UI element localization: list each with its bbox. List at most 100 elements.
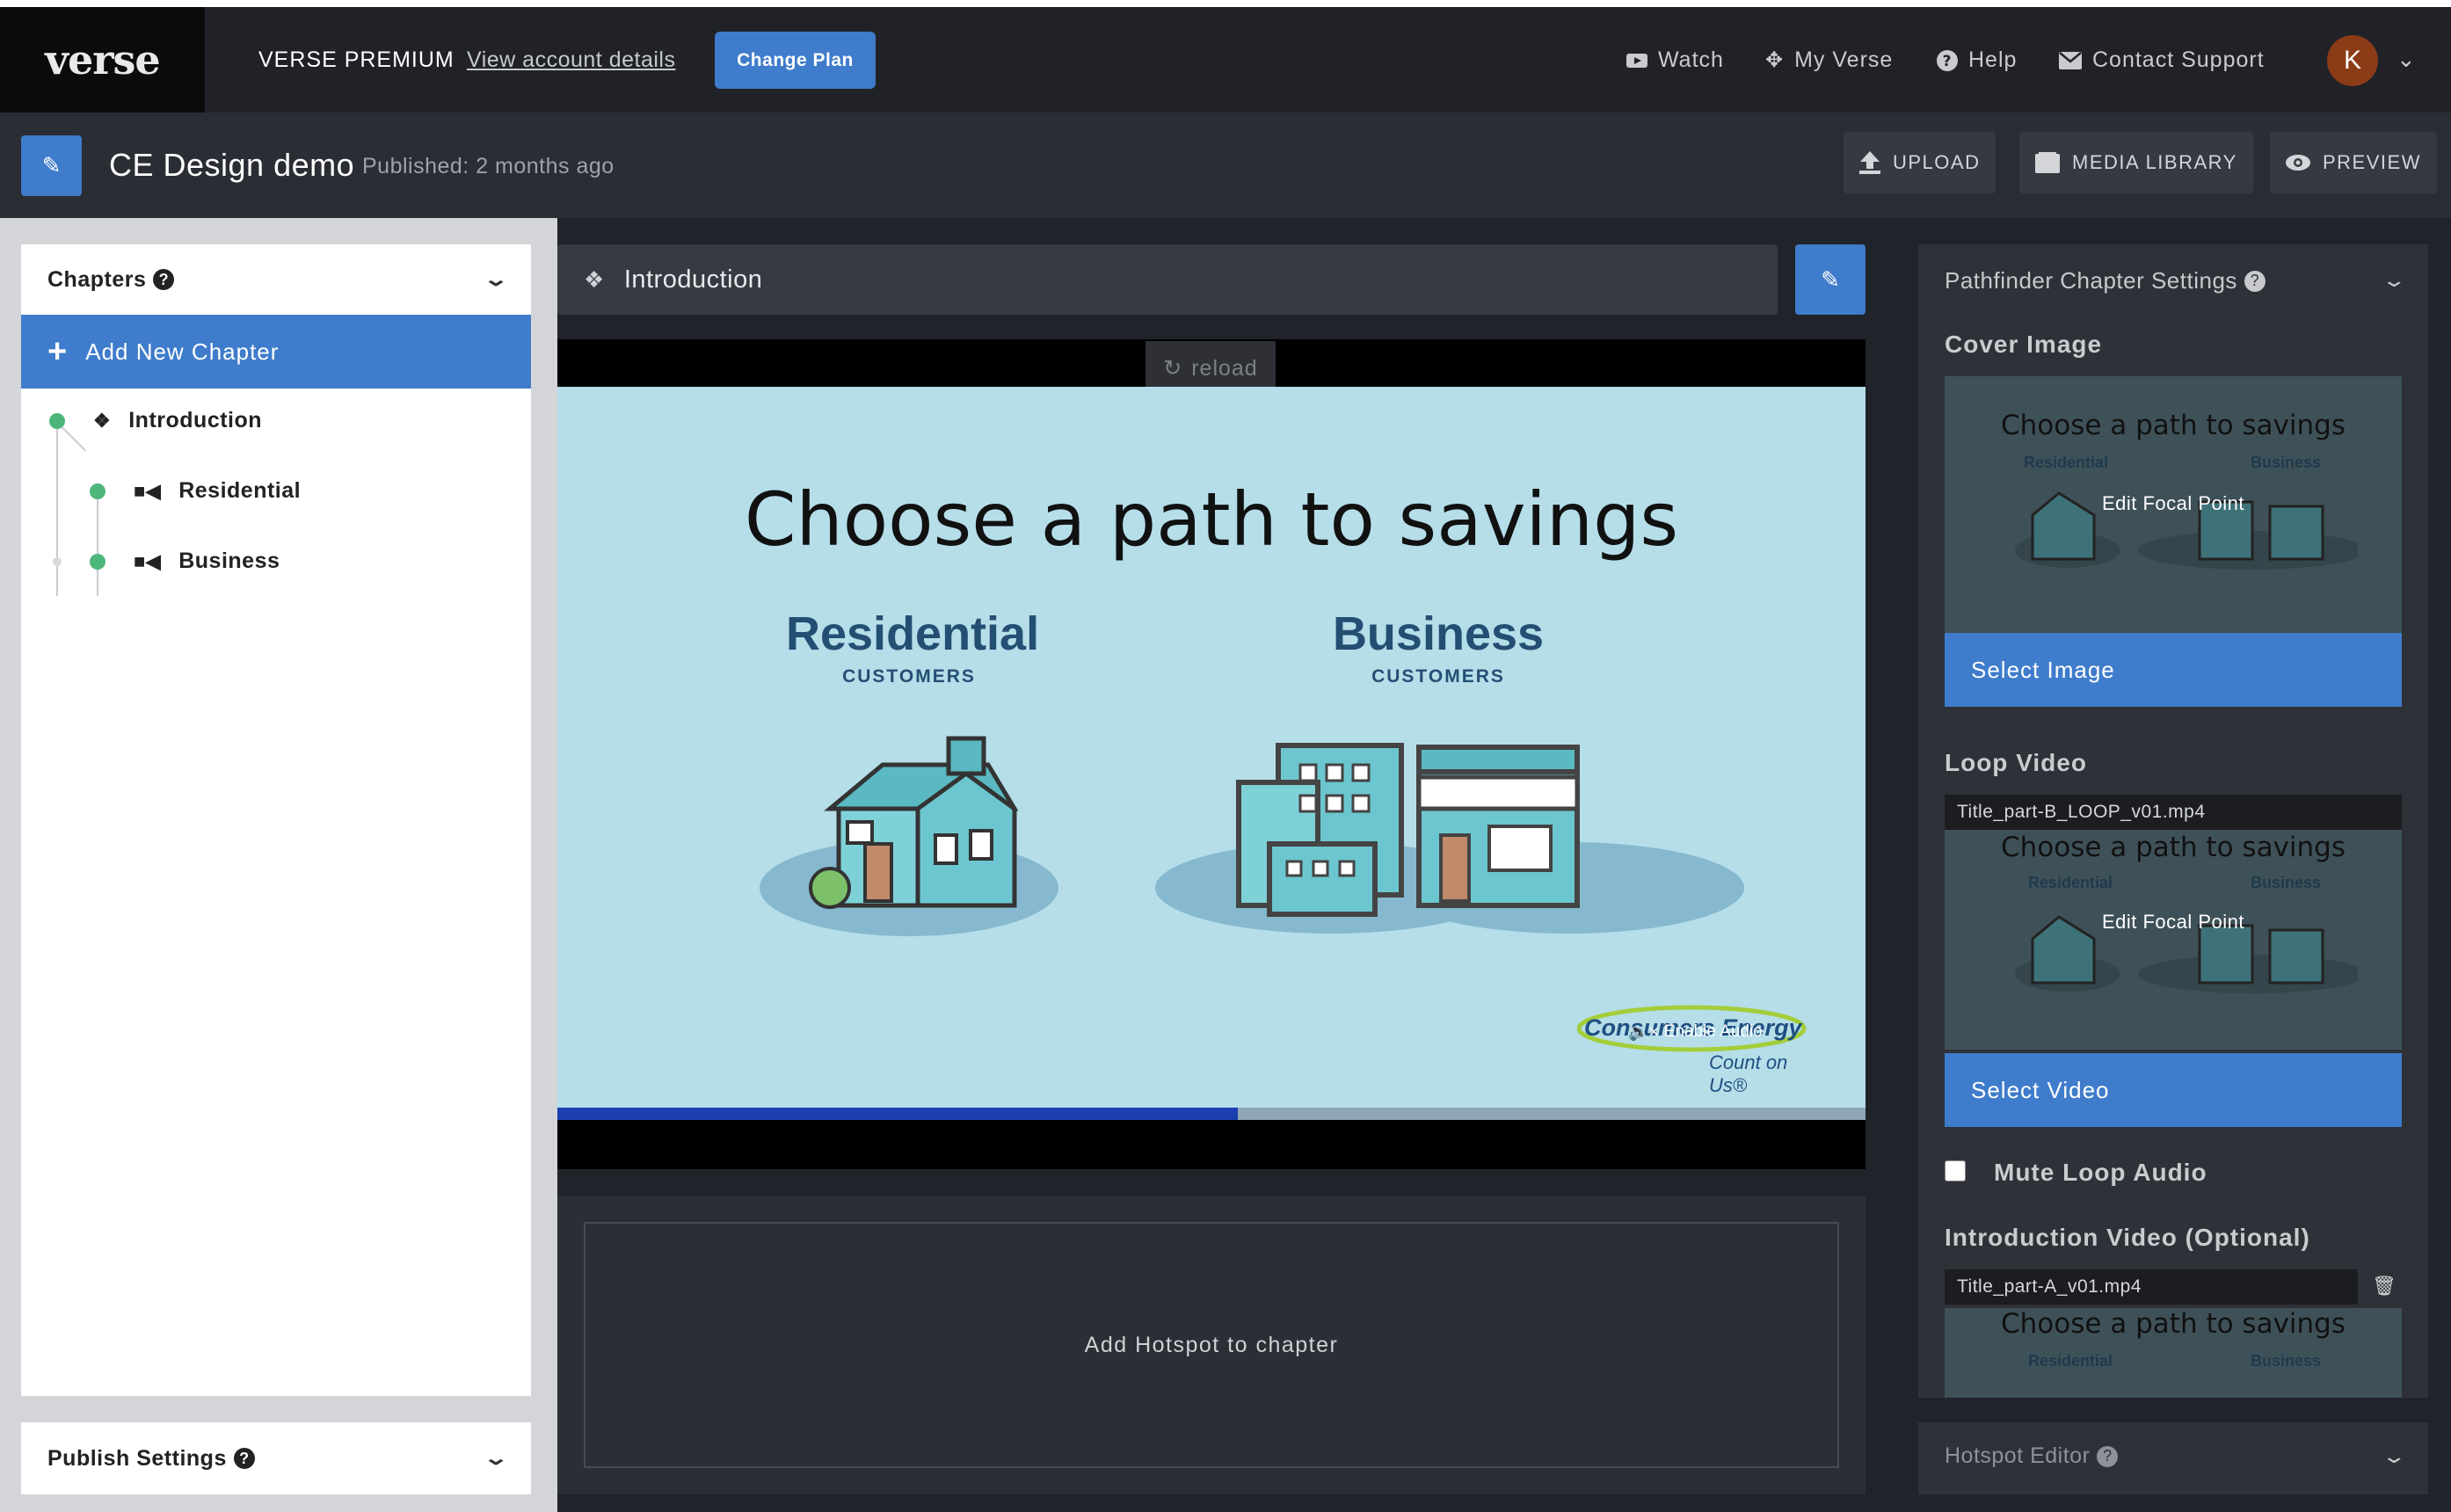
edit-project-button[interactable]: ✎ xyxy=(21,135,82,196)
thumb-residential: Residential xyxy=(2028,1352,2113,1370)
folder-icon xyxy=(2035,152,2060,173)
enable-audio-button[interactable]: 🔈× Enable Audio xyxy=(1628,1021,1763,1043)
reload-label: reload xyxy=(1191,355,1258,381)
chapter-settings-title: Pathfinder Chapter Settings xyxy=(1945,267,2237,294)
mute-loop-label: Mute Loop Audio xyxy=(1994,1159,2207,1186)
pencil-icon: ✎ xyxy=(1821,265,1840,293)
help-icon[interactable]: ? xyxy=(233,1448,255,1469)
chapters-title: Chapters xyxy=(47,266,147,292)
media-library-button[interactable]: MEDIA LIBRARY xyxy=(2019,132,2253,193)
edit-focal-point[interactable]: Edit Focal Point xyxy=(1945,492,2402,515)
video-camera-icon: ■◀ xyxy=(134,479,162,502)
help-icon[interactable]: ? xyxy=(2244,270,2266,292)
top-navigation-bar: verse VERSE PREMIUM View account details… xyxy=(0,0,2451,113)
intro-video-thumbnail[interactable]: Choose a path to savings Residential Bus… xyxy=(1945,1308,2402,1398)
video-progress-bar[interactable] xyxy=(557,1108,1866,1120)
eye-icon xyxy=(2286,155,2310,171)
nav-watch[interactable]: Watch xyxy=(1626,47,1724,73)
video-player[interactable]: ↻ reload Choose a path to savings Reside… xyxy=(557,339,1866,1169)
residential-subheading: CUSTOMERS xyxy=(842,666,976,687)
chapter-item-introduction[interactable]: ❖ Introduction xyxy=(93,408,262,433)
envelope-icon xyxy=(2059,51,2082,69)
business-heading: Business xyxy=(1332,607,1545,660)
nav-my-verse-label: My Verse xyxy=(1794,47,1894,72)
preview-label: PREVIEW xyxy=(2323,151,2421,173)
chapter-settings-panel: Pathfinder Chapter Settings ? ⌄ Cover Im… xyxy=(1918,244,2428,1398)
slide-headline: Choose a path to savings xyxy=(744,476,1679,563)
project-title: CE Design demo xyxy=(109,147,355,183)
video-slide: Choose a path to savings Residential CUS… xyxy=(557,387,1866,1108)
chevron-down-icon[interactable]: ⌄ xyxy=(2396,46,2416,73)
svg-text:?: ? xyxy=(1943,53,1953,70)
chapters-panel: Chapters ? ⌄ + Add New Chapter ❖ Introdu… xyxy=(21,244,531,1396)
nav-contact-support[interactable]: Contact Support xyxy=(2059,47,2265,73)
view-account-link[interactable]: View account details xyxy=(467,47,675,73)
status-dot xyxy=(90,554,105,570)
trash-icon[interactable]: 🗑 xyxy=(2372,1275,2396,1298)
add-hotspot-dropzone[interactable]: Add Hotspot to chapter xyxy=(584,1222,1839,1468)
thumb-business: Business xyxy=(2251,874,2322,891)
upload-button[interactable]: UPLOAD xyxy=(1844,132,1996,193)
thumb-headline: Choose a path to savings xyxy=(2000,410,2346,441)
help-icon[interactable]: ? xyxy=(153,269,175,290)
user-avatar[interactable]: K xyxy=(2327,35,2378,86)
chevron-down-icon[interactable]: ⌄ xyxy=(483,1447,509,1470)
nav-help[interactable]: ? Help xyxy=(1937,47,2017,73)
left-sidebar: Chapters ? ⌄ + Add New Chapter ❖ Introdu… xyxy=(0,218,557,1512)
help-icon[interactable]: ? xyxy=(2097,1445,2119,1467)
thumb-headline: Choose a path to savings xyxy=(2000,832,2346,863)
chapter-item-residential[interactable]: ■◀ Residential xyxy=(134,478,301,504)
residential-heading: Residential xyxy=(786,607,1040,660)
business-subheading: CUSTOMERS xyxy=(1371,666,1505,687)
refresh-icon: ↻ xyxy=(1163,356,1183,381)
select-video-button[interactable]: Select Video xyxy=(1945,1053,2402,1127)
compass-icon: ❖ xyxy=(93,409,112,432)
compass-icon: ❖ xyxy=(584,265,605,293)
chapter-label: Business xyxy=(178,549,280,573)
published-status: Published: 2 months ago xyxy=(362,154,615,178)
mute-loop-checkbox[interactable] xyxy=(1945,1160,1966,1181)
chevron-down-icon[interactable]: ⌄ xyxy=(2381,1445,2407,1468)
chapters-header[interactable]: Chapters ? ⌄ xyxy=(21,244,531,315)
cover-image-label: Cover Image xyxy=(1945,331,2103,358)
chevron-down-icon[interactable]: ⌄ xyxy=(483,268,509,291)
select-image-button[interactable]: Select Image xyxy=(1945,633,2402,707)
preview-button[interactable]: PREVIEW xyxy=(2270,132,2437,193)
plan-name: VERSE PREMIUM xyxy=(258,47,455,72)
add-hotspot-label: Add Hotspot to chapter xyxy=(1084,1332,1339,1357)
hotspot-area: Add Hotspot to chapter xyxy=(557,1196,1866,1494)
intro-video-label: Introduction Video (Optional) xyxy=(1945,1224,2310,1251)
chapter-item-business[interactable]: ■◀ Business xyxy=(134,549,280,574)
status-dot xyxy=(49,413,65,429)
hotspot-editor-panel[interactable]: Hotspot Editor ? ⌄ xyxy=(1918,1422,2428,1494)
thumb-business: Business xyxy=(2251,1352,2322,1370)
publish-settings-header[interactable]: Publish Settings ? ⌄ xyxy=(21,1422,531,1494)
verse-logo[interactable]: verse xyxy=(0,7,205,113)
chapter-settings-header[interactable]: Pathfinder Chapter Settings ? xyxy=(1945,267,2266,294)
nav-help-label: Help xyxy=(1968,47,2018,72)
current-chapter-bar: ❖ Introduction xyxy=(557,244,1778,315)
change-plan-button[interactable]: Change Plan xyxy=(715,32,876,89)
edit-focal-point[interactable]: Edit Focal Point xyxy=(1945,911,2402,934)
video-camera-icon: ■◀ xyxy=(134,549,162,572)
nav-watch-label: Watch xyxy=(1658,47,1724,72)
edit-chapter-button[interactable]: ✎ xyxy=(1795,244,1866,315)
chapter-tree: ❖ Introduction ■◀ Residential ■◀ Busines… xyxy=(21,389,531,617)
add-chapter-button[interactable]: + Add New Chapter xyxy=(21,315,531,389)
hotspot-editor-header: Hotspot Editor ? xyxy=(1945,1443,2119,1469)
chevron-down-icon[interactable]: ⌄ xyxy=(2381,269,2407,292)
pencil-icon: ✎ xyxy=(41,152,62,178)
video-progress-fill xyxy=(557,1108,1238,1120)
business-buildings-illustration xyxy=(1155,743,1744,934)
nav-contact-label: Contact Support xyxy=(2092,47,2265,72)
thumb-business: Business xyxy=(2251,454,2322,471)
cover-image-thumbnail[interactable]: Choose a path to savings Residential Bus… xyxy=(1945,376,2402,633)
nav-my-verse[interactable]: ✥ My Verse xyxy=(1765,47,1893,73)
verse-mark-icon: ✥ xyxy=(1765,48,1785,72)
loop-video-thumbnail[interactable]: Choose a path to savings Residential Bus… xyxy=(1945,830,2402,1050)
video-icon xyxy=(1626,53,1647,68)
thumb-headline: Choose a path to savings xyxy=(2000,1308,2346,1340)
enable-audio-label: Enable Audio xyxy=(1663,1022,1763,1041)
loop-video-filename: Title_part-B_LOOP_v01.mp4 xyxy=(1945,795,2402,830)
tree-connector xyxy=(97,494,98,596)
